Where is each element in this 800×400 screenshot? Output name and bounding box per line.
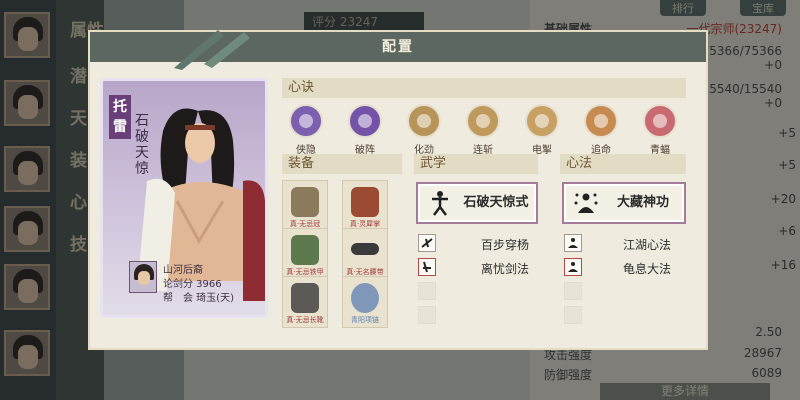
xinfa-sub-name: 龟息大法: [622, 262, 671, 276]
character-avatar: [129, 261, 157, 293]
xiayin-skill-icon: [289, 104, 323, 138]
xinfa-main-slot[interactable]: 大藏神功: [562, 182, 686, 224]
xinfa-section-header: 心法: [560, 154, 686, 174]
guild-info: 帮 会 琦玉(天): [163, 293, 234, 304]
skill-pozhen[interactable]: 破阵: [343, 104, 387, 156]
xinfa-sub-slot[interactable]: [564, 234, 582, 252]
skill-xiayin[interactable]: 侠隐: [284, 104, 328, 156]
wuxue-sub-name: 百步穿杨: [480, 238, 529, 252]
lianzhan-skill-icon: [466, 104, 500, 138]
necklace-icon: [351, 283, 379, 313]
qingfu-skill-icon: [643, 104, 677, 138]
equip-slot-gloves[interactable]: 真·灵犀掌: [342, 180, 388, 232]
sword-stance-icon: [421, 238, 433, 248]
character-info: 山河后裔 论剑分 3966 帮 会 琦玉(天): [129, 261, 265, 307]
helmet-icon: [291, 187, 319, 217]
character-title: 石破天惊: [135, 113, 149, 177]
wuxue-empty-slot[interactable]: [418, 306, 436, 324]
skill-dianche[interactable]: 电掣: [520, 104, 564, 156]
martial-pose-icon: [432, 191, 448, 216]
config-dialog: 配置 托雷 石破天惊 山河后裔 论剑分 3966 帮 会 琦玉(天) 心诀 侠隐…: [88, 30, 708, 350]
armor-icon: [291, 235, 319, 265]
huajin-skill-icon: [407, 104, 441, 138]
dianche-skill-icon: [525, 104, 559, 138]
meditation-icon: [574, 193, 598, 213]
pozhen-skill-icon: [348, 104, 382, 138]
xinfa-sub-slot[interactable]: [564, 258, 582, 276]
equip-slot-belt[interactable]: 真·无名腰带: [342, 228, 388, 280]
skill-zhuiming[interactable]: 追命: [579, 104, 623, 156]
skill-huajin[interactable]: 化劲: [402, 104, 446, 156]
equip-slot-boots[interactable]: 真·无忌长靴: [282, 276, 328, 328]
wuxue-section-header: 武学: [414, 154, 538, 174]
character-origin: 山河后裔: [163, 265, 203, 276]
zhuiming-skill-icon: [584, 104, 618, 138]
xinjue-section-header: 心诀: [282, 78, 686, 98]
sword-ornament-icon: [174, 30, 250, 70]
equip-slot-armor[interactable]: 真·无忌铁甲: [282, 228, 328, 280]
wuxue-empty-slot[interactable]: [418, 282, 436, 300]
xinfa-empty-slot[interactable]: [564, 306, 582, 324]
boots-icon: [291, 283, 319, 313]
gloves-icon: [351, 187, 379, 217]
wuxue-main-name: 石破天惊式: [463, 195, 529, 210]
meditation-small-icon: [568, 238, 578, 248]
wuxue-sub-slot[interactable]: [418, 234, 436, 252]
skill-lianzhan[interactable]: 连斩: [461, 104, 505, 156]
wuxue-sub-name: 离忧剑法: [480, 262, 529, 276]
belt-icon: [351, 243, 379, 255]
meditation-small-icon: [568, 262, 578, 272]
sword-score: 论剑分 3966: [163, 279, 222, 290]
wuxue-sub-slot[interactable]: [418, 258, 436, 276]
xinfa-main-name: 大藏神功: [616, 195, 669, 210]
equip-slot-helmet[interactable]: 真·无忌冠: [282, 180, 328, 232]
character-name: 托雷: [109, 95, 131, 139]
xinfa-sub-name: 江湖心法: [622, 238, 671, 252]
xinfa-empty-slot[interactable]: [564, 282, 582, 300]
equip-slot-necklace[interactable]: 青阳项链: [342, 276, 388, 328]
equipment-section-header: 装备: [282, 154, 402, 174]
skill-qingfu[interactable]: 青蝠: [638, 104, 682, 156]
wuxue-main-slot[interactable]: 石破天惊式: [416, 182, 538, 224]
sword-stance-icon: [423, 261, 431, 273]
character-card: 托雷 石破天惊 山河后裔 论剑分 3966 帮 会 琦玉(天): [100, 78, 268, 318]
